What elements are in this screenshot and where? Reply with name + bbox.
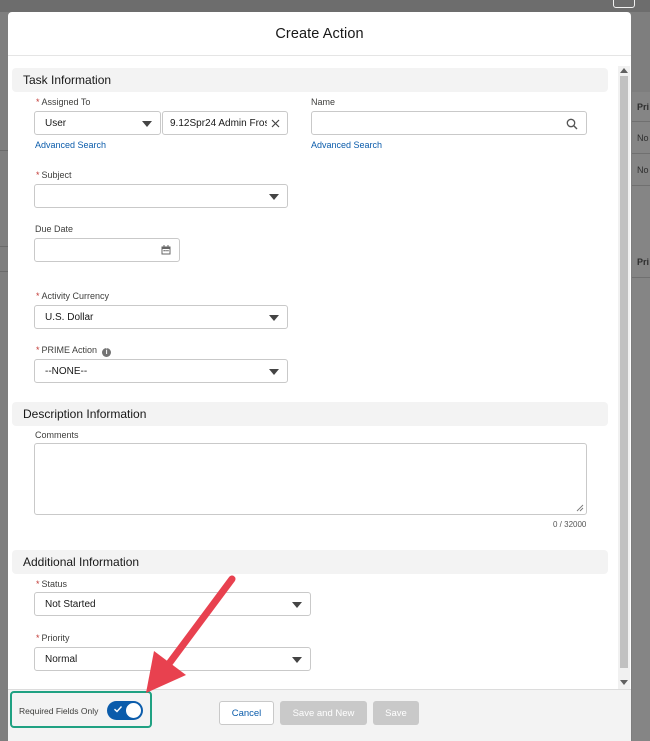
due-date-label: Due Date <box>35 224 74 234</box>
prime-action-label: * PRIME Action i <box>36 345 112 357</box>
assigned-to-user-value: 9.12Spr24 Admin Frost <box>170 117 267 129</box>
save-and-new-button[interactable]: Save and New <box>280 701 367 725</box>
chevron-down-icon <box>269 369 279 375</box>
status-label: * Status <box>36 579 68 589</box>
assigned-to-type-select[interactable]: User <box>34 111 161 135</box>
chevron-down-icon <box>292 602 302 608</box>
info-icon[interactable]: i <box>102 348 112 357</box>
chevron-down-icon <box>269 315 279 321</box>
comments-textarea[interactable] <box>34 443 587 515</box>
background-cell: Pri <box>632 92 650 122</box>
subject-select[interactable] <box>34 184 288 208</box>
section-description-information[interactable]: Description Information <box>12 402 608 426</box>
modal-title: Create Action <box>275 25 364 42</box>
chevron-down-icon <box>142 121 152 127</box>
section-task-information[interactable]: Task Information <box>12 68 608 92</box>
close-icon[interactable] <box>271 119 280 128</box>
check-icon <box>114 706 123 713</box>
prime-action-select[interactable]: --NONE-- <box>34 359 288 383</box>
section-additional-information[interactable]: Additional Information <box>12 550 608 574</box>
chevron-down-icon <box>269 194 279 200</box>
assigned-to-user-pill[interactable]: 9.12Spr24 Admin Frost <box>162 111 288 135</box>
required-fields-highlight-box: Required Fields Only <box>10 691 152 728</box>
background-divider <box>0 271 8 272</box>
calendar-icon[interactable] <box>161 245 171 255</box>
required-fields-only-label: Required Fields Only <box>19 706 99 716</box>
background-cell: No <box>632 122 650 154</box>
priority-select[interactable]: Normal <box>34 647 311 671</box>
priority-label: * Priority <box>36 633 70 643</box>
chevron-down-icon <box>292 657 302 663</box>
comments-label: Comments <box>35 430 79 440</box>
assigned-to-advanced-search-link[interactable]: Advanced Search <box>35 140 106 150</box>
scroll-down-arrow-icon[interactable] <box>620 680 628 685</box>
section-title: Additional Information <box>23 555 140 569</box>
background-table-column: Pri No No Pri <box>632 92 650 741</box>
name-label: Name <box>311 97 336 107</box>
activity-currency-select[interactable]: U.S. Dollar <box>34 305 288 329</box>
modal-header: Create Action <box>8 12 631 56</box>
save-button[interactable]: Save <box>373 701 419 725</box>
priority-value: Normal <box>45 653 78 665</box>
background-cell: Pri <box>632 246 650 278</box>
background-close-icon <box>613 0 635 8</box>
activity-currency-label: * Activity Currency <box>36 291 110 301</box>
background-cell: No <box>632 154 650 186</box>
toggle-knob <box>126 703 141 718</box>
prime-action-value: --NONE-- <box>45 365 88 377</box>
background-header <box>0 0 650 12</box>
cancel-button[interactable]: Cancel <box>219 701 274 725</box>
name-search-input[interactable] <box>311 111 587 135</box>
name-advanced-search-link[interactable]: Advanced Search <box>311 140 382 150</box>
section-title: Task Information <box>23 73 112 87</box>
required-marker: * <box>36 97 40 107</box>
status-value: Not Started <box>45 598 96 610</box>
assigned-to-type-value: User <box>45 117 67 129</box>
modal-body: Task Information * Assigned To User 9.12S… <box>8 56 631 689</box>
resize-handle-icon[interactable] <box>576 504 584 512</box>
background-divider <box>0 246 8 247</box>
background-divider <box>0 150 8 151</box>
search-icon <box>566 118 578 130</box>
status-select[interactable]: Not Started <box>34 592 311 616</box>
modal-scrollbar[interactable] <box>618 66 630 689</box>
comments-character-counter: 0 / 32000 <box>553 520 587 529</box>
scroll-thumb[interactable] <box>620 76 628 668</box>
create-action-modal: Create Action Task Information * Assigned… <box>8 12 631 741</box>
section-title: Description Information <box>23 407 147 421</box>
due-date-input[interactable] <box>34 238 180 262</box>
activity-currency-value: U.S. Dollar <box>45 311 94 323</box>
subject-label: * Subject <box>36 170 72 180</box>
required-fields-only-toggle[interactable] <box>107 701 143 720</box>
scroll-up-arrow-icon[interactable] <box>620 68 628 73</box>
assigned-to-label: * Assigned To <box>36 97 91 107</box>
